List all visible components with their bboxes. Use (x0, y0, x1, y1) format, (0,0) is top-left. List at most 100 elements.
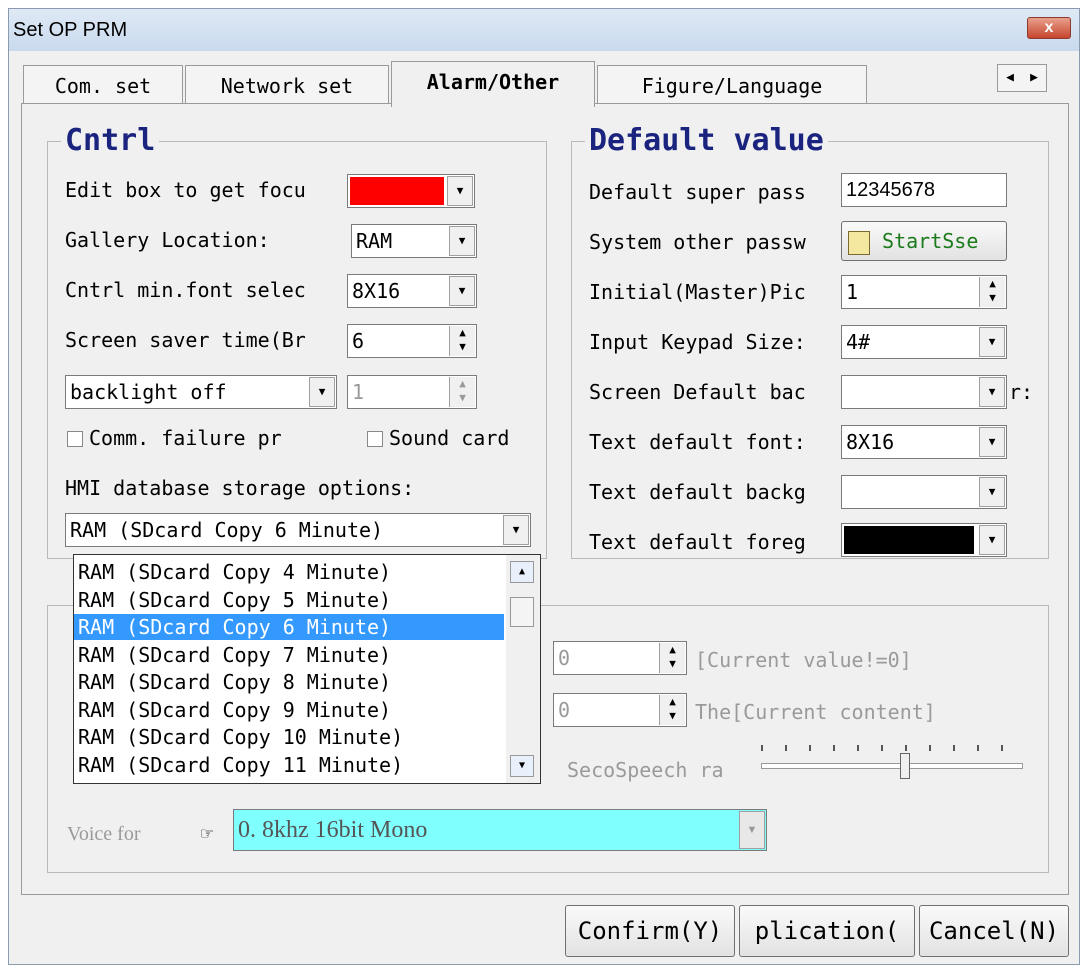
current-content-num: 0 (558, 698, 571, 722)
text-bg-label: Text default backg (589, 480, 806, 504)
spinner-arrows-icon[interactable]: ▲ ▼ (659, 695, 685, 725)
chevron-down-icon[interactable]: ▼ (447, 176, 473, 206)
title-bar[interactable]: Set OP PRM x (9, 9, 1079, 51)
current-content-label: The[Current content] (695, 700, 936, 724)
current-value-spinner[interactable]: 0 ▲ ▼ (553, 641, 687, 675)
text-font-value: 8X16 (846, 430, 895, 454)
super-pass-label: Default super pass (589, 180, 806, 204)
speech-rate-label: SecoSpeech ra (567, 758, 724, 782)
color-swatch (350, 177, 444, 205)
screen-bg-select[interactable]: ▼ (841, 375, 1007, 409)
tab-network-set[interactable]: Network set (185, 65, 389, 105)
voice-format-label: Voice for (67, 823, 141, 845)
chevron-down-icon[interactable]: ▼ (449, 226, 475, 256)
chevron-down-icon[interactable]: ▼ (979, 477, 1005, 507)
close-button[interactable]: x (1027, 17, 1071, 39)
tab-com-set[interactable]: Com. set (23, 65, 183, 105)
voice-format-select[interactable]: 0. 8khz 16bit Mono ▼ (233, 809, 767, 851)
hmi-db-dropdown-list[interactable]: RAM (SDcard Copy 4 Minute) RAM (SDcard Co… (73, 554, 541, 784)
system-other-pass-label: System other passw (589, 230, 806, 254)
dropdown-option[interactable]: RAM (SDcard Copy 9 Minute) (74, 697, 504, 723)
dialog-window: Set OP PRM x Com. set Network set Alarm/… (8, 8, 1080, 965)
chevron-down-icon[interactable]: ▼ (449, 276, 475, 306)
text-font-select[interactable]: 8X16 ▼ (841, 425, 1007, 459)
dropdown-option[interactable]: RAM (SDcard Copy 8 Minute) (74, 669, 504, 695)
dropdown-scrollbar[interactable]: ▲ ▼ (506, 555, 540, 783)
chevron-down-icon[interactable]: ▼ (979, 427, 1005, 457)
comm-failure-checkbox[interactable] (67, 431, 83, 447)
tab-figure-language[interactable]: Figure/Language (597, 65, 867, 105)
chevron-down-icon[interactable]: ▼ (979, 525, 1005, 555)
comm-failure-label: Comm. failure pr (89, 426, 282, 450)
window-title: Set OP PRM (13, 19, 128, 41)
edit-focus-color-select[interactable]: ▼ (347, 174, 475, 208)
scroll-right-icon[interactable]: ▶ (1022, 65, 1046, 91)
scroll-down-icon[interactable]: ▼ (510, 755, 534, 777)
current-content-spinner[interactable]: 0 ▲ ▼ (553, 693, 687, 727)
text-fg-label: Text default foreg (589, 530, 806, 554)
notepad-icon (848, 230, 870, 255)
dropdown-option[interactable]: RAM (SDcard Copy 6 Minute) (74, 614, 504, 640)
keypad-size-select[interactable]: 4# ▼ (841, 325, 1007, 359)
tab-scroll-arrows[interactable]: ◀ ▶ (997, 64, 1047, 92)
backlight-spinner[interactable]: 1 ▲ ▼ (347, 375, 477, 409)
backlight-num-value: 1 (352, 380, 365, 404)
slider-thumb[interactable] (900, 753, 910, 779)
keypad-size-label: Input Keypad Size: (589, 330, 806, 354)
spinner-arrows-icon[interactable]: ▲ ▼ (659, 643, 685, 673)
startsse-label: StartSse (882, 229, 979, 253)
apply-button[interactable]: plication( (739, 905, 915, 957)
initial-pic-spinner[interactable]: 1 ▲ ▼ (841, 275, 1007, 309)
gallery-location-select[interactable]: RAM ▼ (351, 224, 477, 258)
initial-pic-label: Initial(Master)Pic (589, 280, 806, 304)
text-font-label: Text default font: (589, 430, 806, 454)
tab-alarm-other[interactable]: Alarm/Other (391, 61, 595, 107)
gallery-location-label: Gallery Location: (65, 228, 270, 252)
slider-track (761, 763, 1023, 769)
current-value-num: 0 (558, 646, 571, 670)
default-value-group-title: Default value (585, 125, 828, 157)
chevron-down-icon[interactable]: ▼ (309, 377, 335, 407)
spinner-arrows-icon[interactable]: ▲ ▼ (979, 277, 1005, 307)
chevron-down-icon[interactable]: ▼ (979, 327, 1005, 357)
min-font-select[interactable]: 8X16 ▼ (347, 274, 477, 308)
speech-rate-slider[interactable] (761, 739, 1023, 779)
min-font-label: Cntrl min.font selec (65, 278, 306, 302)
gallery-location-value: RAM (356, 229, 393, 253)
chevron-down-icon[interactable]: ▼ (979, 377, 1005, 407)
cancel-button[interactable]: Cancel(N) (919, 905, 1069, 957)
backlight-select[interactable]: backlight off ▼ (65, 375, 337, 409)
dropdown-option[interactable]: RAM (SDcard Copy 10 Minute) (74, 724, 504, 750)
text-bg-select[interactable]: ▼ (841, 475, 1007, 509)
dropdown-option[interactable]: RAM (SDcard Copy 7 Minute) (74, 642, 504, 668)
chevron-down-icon[interactable]: ▼ (503, 515, 529, 545)
hand-pointer-icon: ☞ (201, 821, 214, 845)
initial-pic-value: 1 (846, 280, 859, 304)
sound-card-checkbox[interactable] (367, 431, 383, 447)
scroll-up-icon[interactable]: ▲ (510, 561, 534, 583)
spinner-arrows-icon[interactable]: ▲ ▼ (449, 377, 475, 407)
screen-saver-label: Screen saver time(Br (65, 328, 306, 352)
scroll-thumb[interactable] (510, 597, 534, 627)
screen-saver-spinner[interactable]: 6 ▲ ▼ (347, 324, 477, 358)
spinner-arrows-icon[interactable]: ▲ ▼ (449, 326, 475, 356)
cntrl-group-title: Cntrl (61, 125, 160, 157)
sound-card-label: Sound card (389, 426, 510, 450)
confirm-button[interactable]: Confirm(Y) (565, 905, 735, 957)
slider-ticks (761, 745, 1023, 751)
hmi-db-label: HMI database storage options: (65, 476, 415, 500)
scroll-left-icon[interactable]: ◀ (998, 65, 1022, 91)
color-swatch (844, 526, 974, 554)
hmi-db-value: RAM (SDcard Copy 6 Minute) (70, 518, 384, 542)
dropdown-option[interactable]: RAM (SDcard Copy 5 Minute) (74, 587, 504, 613)
edit-focus-label: Edit box to get focu (65, 178, 306, 202)
chevron-down-icon[interactable]: ▼ (739, 811, 765, 849)
dropdown-option[interactable]: RAM (SDcard Copy 4 Minute) (74, 559, 504, 585)
voice-format-value: 0. 8khz 16bit Mono (238, 817, 428, 843)
dropdown-option[interactable]: RAM (SDcard Copy 11 Minute) (74, 752, 504, 778)
startsse-button[interactable]: StartSse (841, 221, 1007, 261)
hmi-db-select[interactable]: RAM (SDcard Copy 6 Minute) ▼ (65, 513, 531, 547)
super-pass-input[interactable]: 12345678 (841, 173, 1007, 207)
backlight-value: backlight off (70, 380, 227, 404)
text-fg-color-select[interactable]: ▼ (841, 523, 1007, 557)
